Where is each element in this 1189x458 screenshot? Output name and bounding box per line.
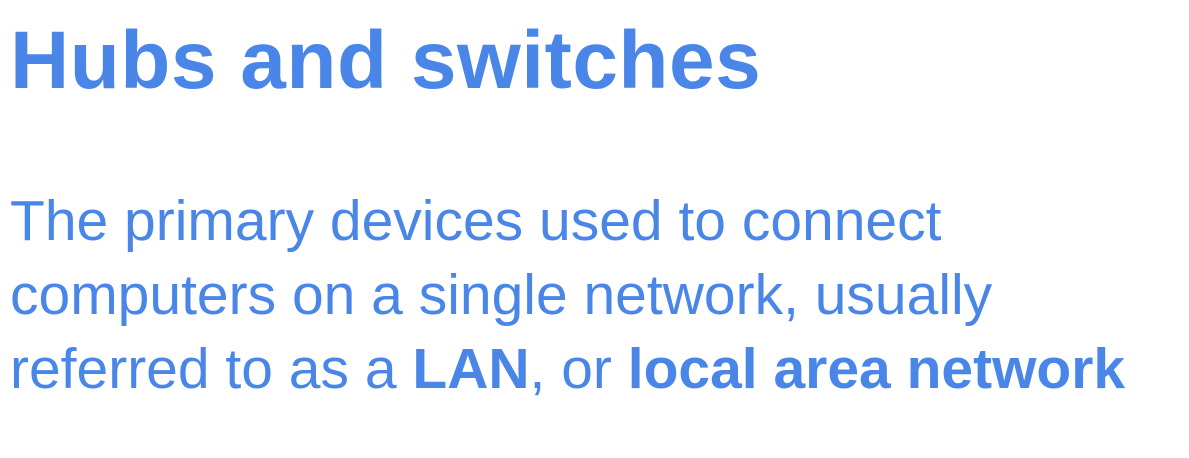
slide-title: Hubs and switches bbox=[10, 15, 762, 106]
body-line-3-middle: , or bbox=[529, 337, 628, 401]
body-line-3: referred to as a LAN, or local area netw… bbox=[10, 332, 1185, 406]
term-local-area-network: local area network bbox=[627, 337, 1126, 401]
term-lan: LAN bbox=[412, 337, 530, 401]
body-line-2: computers on a single network, usually bbox=[10, 263, 993, 327]
body-line-3-prefix: referred to as a bbox=[10, 337, 413, 401]
body-line-1: The primary devices used to connect bbox=[10, 189, 942, 253]
slide: Hubs and switches The primary devices us… bbox=[0, 0, 1189, 458]
slide-body: The primary devices used to connect comp… bbox=[10, 184, 1185, 406]
